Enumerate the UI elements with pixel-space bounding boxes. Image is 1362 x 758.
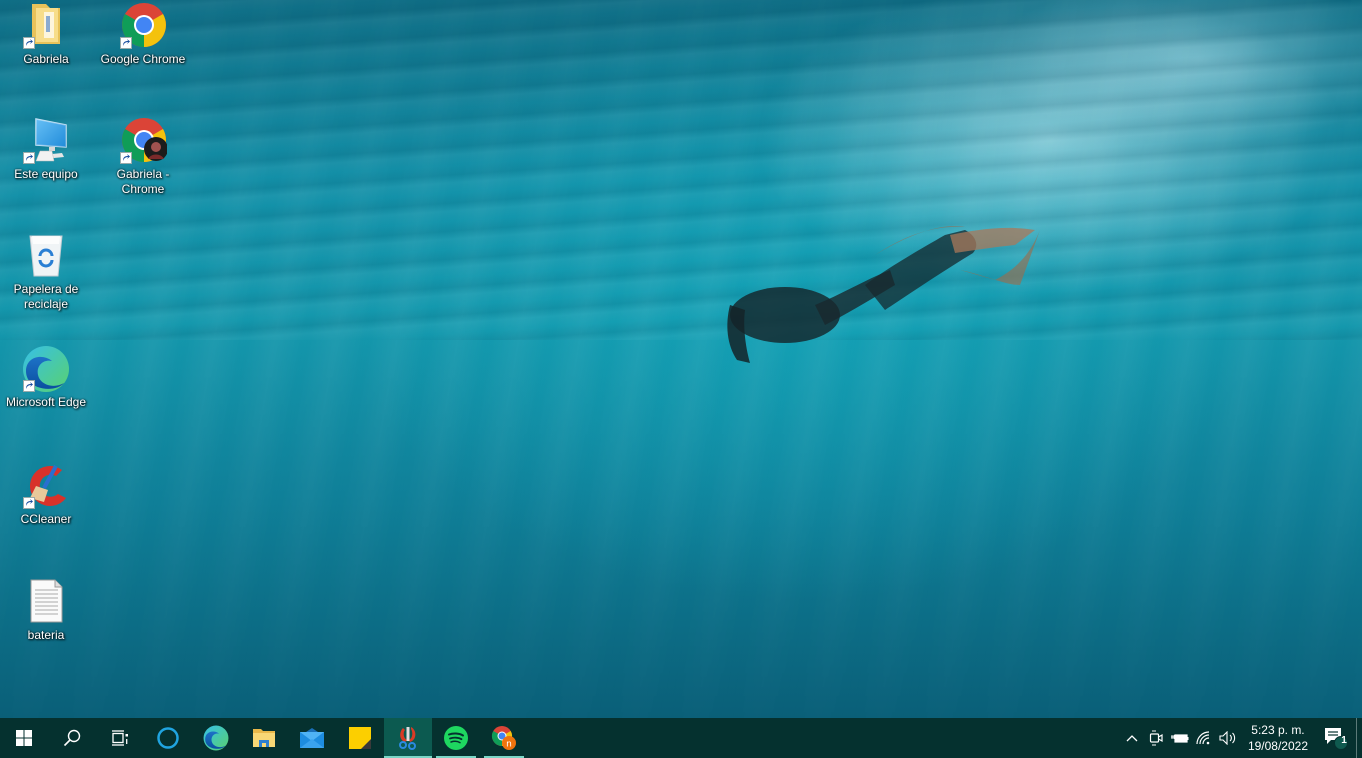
desktop-icon-label: Este equipo <box>14 167 78 181</box>
desktop-icon-label: Papelera de reciclaje <box>13 282 79 311</box>
clock-date: 19/08/2022 <box>1247 739 1308 753</box>
cortana-icon <box>157 727 179 749</box>
task-view-icon <box>112 730 128 746</box>
battery-icon <box>1170 734 1189 743</box>
sticky-notes-icon <box>349 727 371 749</box>
taskbar-app-sticky-notes[interactable] <box>336 718 384 758</box>
wifi-icon <box>1196 731 1210 745</box>
notification-count-badge: 1 <box>1341 735 1347 746</box>
shortcut-arrow-icon <box>23 152 35 164</box>
clock[interactable]: 5:23 p. m. 19/08/2022 <box>1240 722 1316 754</box>
action-center-button[interactable]: 1 <box>1316 718 1356 758</box>
meet-now-button[interactable] <box>1144 718 1168 758</box>
desktop-icon-ccleaner[interactable]: CCleaner <box>0 462 94 527</box>
search-button[interactable] <box>48 718 96 758</box>
desktop-icon-label: Gabriela - Chrome <box>116 167 170 196</box>
start-icon <box>16 730 32 746</box>
chrome-profile-icon <box>119 117 168 165</box>
volume-button[interactable] <box>1216 718 1240 758</box>
taskbar: n 5:23 p. m. 19/08/2022 1 <box>0 718 1362 758</box>
desktop-icon-label: CCleaner <box>20 512 72 526</box>
folder-icon <box>22 2 70 50</box>
desktop-wallpaper <box>0 0 1362 718</box>
battery-button[interactable] <box>1168 718 1192 758</box>
mail-icon <box>300 728 324 748</box>
chrome-icon: n <box>491 726 516 750</box>
desktop-icon-label: Google Chrome <box>100 52 186 66</box>
start-button[interactable] <box>0 718 48 758</box>
taskbar-app-edge[interactable] <box>192 718 240 758</box>
edge-icon <box>203 725 229 751</box>
shortcut-arrow-icon <box>23 37 35 49</box>
desktop-icon-microsoft-edge[interactable]: Microsoft Edge <box>0 345 94 410</box>
network-button[interactable] <box>1192 718 1216 758</box>
chrome-icon <box>119 2 167 50</box>
taskbar-app-file-explorer[interactable] <box>240 718 288 758</box>
taskbar-app-spotify[interactable] <box>432 718 480 758</box>
desktop-icon-label: Gabriela <box>23 52 69 66</box>
desktop-icon-label: Microsoft Edge <box>5 395 87 409</box>
computer-icon <box>22 117 70 165</box>
show-desktop-button[interactable] <box>1356 718 1362 758</box>
search-icon <box>63 729 81 747</box>
system-tray: 5:23 p. m. 19/08/2022 1 <box>1120 718 1362 758</box>
spotify-icon <box>444 726 468 750</box>
desktop-icon-label: bateria <box>27 628 65 642</box>
file-explorer-icon <box>253 729 275 747</box>
taskbar-app-chrome[interactable]: n <box>480 718 528 758</box>
shortcut-arrow-icon <box>23 497 35 509</box>
taskbar-app-snipping-tool[interactable] <box>384 718 432 758</box>
desktop-icon-google-chrome[interactable]: Google Chrome <box>95 2 191 67</box>
desktop-icon-bateria[interactable]: bateria <box>0 578 94 643</box>
snipping-tool-icon <box>399 727 416 750</box>
desktop-icon-recycle-bin[interactable]: Papelera de reciclaje <box>0 232 94 312</box>
chevron-up-icon <box>1126 735 1138 742</box>
ccleaner-icon <box>22 462 70 510</box>
task-view-button[interactable] <box>96 718 144 758</box>
taskbar-app-mail[interactable] <box>288 718 336 758</box>
taskbar-app-cortana[interactable] <box>144 718 192 758</box>
shortcut-arrow-icon <box>23 380 35 392</box>
svg-text:n: n <box>506 740 512 750</box>
clock-time: 5:23 p. m. <box>1251 723 1305 737</box>
volume-icon <box>1219 731 1236 745</box>
text-file-icon <box>22 578 70 626</box>
show-hidden-icons-button[interactable] <box>1120 718 1144 758</box>
diver-silhouette <box>727 226 1040 363</box>
recycle-bin-icon <box>22 232 70 280</box>
shortcut-arrow-icon <box>120 37 132 49</box>
meet-now-icon <box>1149 730 1163 746</box>
desktop-icon-gabriela-folder[interactable]: Gabriela <box>0 2 94 67</box>
edge-icon <box>22 345 70 393</box>
shortcut-arrow-icon <box>120 152 132 164</box>
desktop-icon-este-equipo[interactable]: Este equipo <box>0 117 94 182</box>
desktop-icon-gabriela-chrome[interactable]: Gabriela - Chrome <box>95 117 191 197</box>
